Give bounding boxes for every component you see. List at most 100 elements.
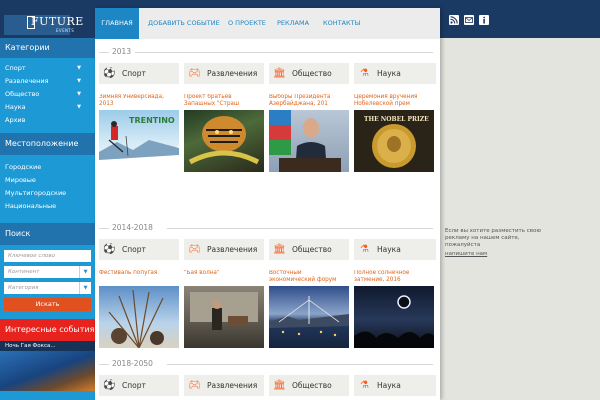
sidebar-item-society[interactable]: Общество ▼ bbox=[0, 88, 95, 101]
interesting-event-title[interactable]: Ночь Гая Фокса... bbox=[0, 341, 95, 351]
search-form: Ключевое слово Континент ▼ Категория ▼ Иск… bbox=[0, 245, 95, 316]
category-society[interactable]: 🏛︎ Общество bbox=[269, 239, 349, 260]
sidebar-item-science[interactable]: Наука ▼ bbox=[0, 101, 95, 114]
flask-icon: ⚗︎ bbox=[360, 68, 369, 79]
interesting-event-image[interactable] bbox=[0, 351, 95, 391]
event-image[interactable] bbox=[354, 286, 434, 348]
rss-icon[interactable] bbox=[449, 15, 459, 25]
ad-contact-link[interactable]: напишите нам bbox=[445, 251, 487, 257]
building-icon: 🏛︎ bbox=[273, 68, 286, 79]
category-label: Спорт bbox=[122, 245, 146, 254]
chevron-down-icon: ▼ bbox=[79, 282, 91, 294]
chevron-down-icon: ▼ bbox=[77, 65, 81, 71]
event-card[interactable]: Восточный экономический форум bbox=[269, 270, 349, 348]
category-label: Спорт bbox=[122, 69, 146, 78]
event-card[interactable]: "Бая волна" bbox=[184, 270, 264, 348]
year-label: 2014-2018 bbox=[112, 223, 153, 232]
sidebar-item-sport[interactable]: Спорт ▼ bbox=[0, 62, 95, 75]
event-title[interactable]: Фестиваль попугая bbox=[99, 270, 179, 286]
category-science[interactable]: ⚗︎ Наука bbox=[354, 239, 436, 260]
event-card[interactable]: Церемония вручения Нобелевской прем THE … bbox=[354, 94, 434, 172]
gamepad-icon: 🎮︎ bbox=[188, 244, 201, 255]
divider-line bbox=[99, 364, 109, 365]
event-title[interactable]: "Бая волна" bbox=[184, 270, 264, 286]
event-image[interactable] bbox=[99, 286, 179, 348]
chevron-down-icon: ▼ bbox=[79, 266, 91, 278]
category-science[interactable]: ⚗︎ Наука bbox=[354, 63, 436, 84]
event-image[interactable] bbox=[184, 110, 264, 172]
divider-line bbox=[135, 52, 433, 53]
nav-contacts[interactable]: КОНТАКТЫ bbox=[323, 8, 360, 39]
nav-home[interactable]: ГЛАВНАЯ bbox=[95, 8, 139, 39]
sidebar-item-label: Архив bbox=[5, 116, 26, 124]
event-title[interactable]: Восточный экономический форум bbox=[269, 270, 349, 286]
main-nav: ГЛАВНАЯ ДОБАВИТЬ СОБЫТИЕ О ПРОЕКТЕ РЕКЛА… bbox=[95, 8, 440, 39]
category-label: Развлечения bbox=[207, 69, 258, 78]
event-image[interactable] bbox=[184, 286, 264, 348]
category-label: Развлечения bbox=[207, 245, 258, 254]
event-title[interactable]: Церемония вручения Нобелевской прем bbox=[354, 94, 434, 110]
sport-ball-icon: ⚽ bbox=[103, 68, 116, 79]
event-image[interactable]: TRENTINO bbox=[99, 110, 179, 172]
categories-list: Спорт ▼ Развлечения ▼ Общество ▼ Наука ▼ Арх… bbox=[0, 58, 95, 133]
event-card[interactable]: Выборы Президента Азербайджана, 201 bbox=[269, 94, 349, 172]
main-panel: ГЛАВНАЯ ДОБАВИТЬ СОБЫТИЕ О ПРОЕКТЕ РЕКЛА… bbox=[95, 8, 440, 400]
event-image[interactable]: THE NOBEL PRIZE bbox=[354, 110, 434, 172]
nav-ads[interactable]: РЕКЛАМА bbox=[277, 8, 309, 39]
sidebar-item-multicity[interactable]: Мультигородские bbox=[0, 187, 95, 200]
event-card[interactable]: Фестиваль попугая bbox=[99, 270, 179, 348]
category-sport[interactable]: ⚽ Спорт bbox=[99, 239, 179, 260]
flask-icon: ⚗︎ bbox=[360, 244, 369, 255]
logo[interactable]: FUTURE EVENTS bbox=[0, 0, 95, 38]
sidebar-item-national[interactable]: Национальные bbox=[0, 200, 95, 213]
event-title[interactable]: Проект братьев Запашных "Страш bbox=[184, 94, 264, 110]
category-select-label: Категория bbox=[8, 285, 39, 291]
sidebar-item-world[interactable]: Мировые bbox=[0, 174, 95, 187]
category-society[interactable]: 🏛︎ Общество bbox=[269, 375, 349, 396]
category-entertainment[interactable]: 🎮︎ Развлечения bbox=[184, 63, 264, 84]
event-title[interactable]: Полное солнечное затмение, 2016 bbox=[354, 270, 434, 286]
category-science[interactable]: ⚗︎ Наука bbox=[354, 375, 436, 396]
category-society[interactable]: 🏛︎ Общество bbox=[269, 63, 349, 84]
event-image[interactable] bbox=[269, 286, 349, 348]
category-label: Наука bbox=[377, 245, 401, 254]
flask-icon: ⚗︎ bbox=[360, 380, 369, 391]
category-entertainment[interactable]: 🎮︎ Развлечения bbox=[184, 239, 264, 260]
keyword-input[interactable]: Ключевое слово bbox=[4, 250, 91, 262]
gamepad-icon: 🎮︎ bbox=[188, 380, 201, 391]
event-image[interactable] bbox=[269, 110, 349, 172]
event-card[interactable]: Проект братьев Запашных "Страш bbox=[184, 94, 264, 172]
category-select[interactable]: Категория ▼ bbox=[4, 282, 91, 294]
sport-ball-icon: ⚽ bbox=[103, 244, 116, 255]
sidebar-item-entertainment[interactable]: Развлечения ▼ bbox=[0, 75, 95, 88]
category-sport[interactable]: ⚽ Спорт bbox=[99, 63, 179, 84]
year-divider: 2013 bbox=[95, 47, 440, 57]
category-sport[interactable]: ⚽ Спорт bbox=[99, 375, 179, 396]
event-title[interactable]: Выборы Президента Азербайджана, 201 bbox=[269, 94, 349, 110]
nav-add-event[interactable]: ДОБАВИТЬ СОБЫТИЕ bbox=[148, 8, 220, 39]
sidebar-item-archive[interactable]: Архив bbox=[0, 114, 95, 127]
category-label: Общество bbox=[292, 69, 332, 78]
category-label: Развлечения bbox=[207, 381, 258, 390]
logo-text: FUTURE bbox=[31, 15, 84, 28]
right-background bbox=[440, 38, 600, 400]
category-entertainment[interactable]: 🎮︎ Развлечения bbox=[184, 375, 264, 396]
info-icon[interactable] bbox=[479, 15, 489, 25]
sidebar-item-city[interactable]: Городские bbox=[0, 161, 95, 174]
interesting-heading: Интересные события bbox=[0, 319, 95, 341]
divider-line bbox=[167, 228, 433, 229]
event-card[interactable]: Полное солнечное затмение, 2016 bbox=[354, 270, 434, 348]
mail-icon[interactable] bbox=[464, 15, 474, 25]
building-icon: 🏛︎ bbox=[273, 380, 286, 391]
building-icon: 🏛︎ bbox=[273, 244, 286, 255]
divider-line bbox=[167, 364, 433, 365]
event-title[interactable]: Зимняя Универсиада, 2013 bbox=[99, 94, 179, 110]
sidebar-item-label: Наука bbox=[5, 103, 26, 111]
search-button[interactable]: Искать bbox=[4, 298, 91, 311]
event-card[interactable]: Зимняя Универсиада, 2013 TRENTINO bbox=[99, 94, 179, 172]
nobel-prize-text: THE NOBEL PRIZE bbox=[364, 116, 429, 123]
category-label: Общество bbox=[292, 381, 332, 390]
continent-select[interactable]: Континент ▼ bbox=[4, 266, 91, 278]
nav-about[interactable]: О ПРОЕКТЕ bbox=[228, 8, 266, 39]
year-label: 2013 bbox=[112, 47, 132, 56]
